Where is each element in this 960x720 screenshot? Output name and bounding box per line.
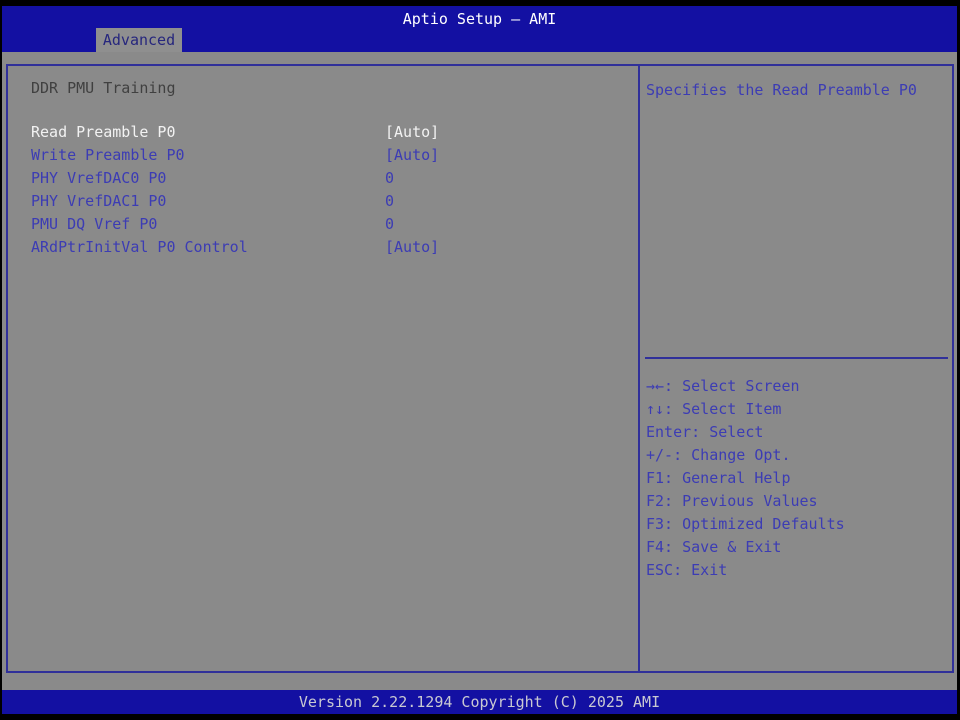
- option-label: Read Preamble P0: [31, 123, 176, 141]
- option-value: [Auto]: [385, 123, 440, 141]
- option-row-ardptrinitval[interactable]: ARdPtrInitVal P0 Control [Auto]: [8, 236, 638, 259]
- option-label: PHY VrefDAC0 P0: [31, 169, 167, 187]
- main-panel: DDR PMU Training Read Preamble P0 [Auto]…: [6, 64, 954, 673]
- option-row-phy-vrefdac1[interactable]: PHY VrefDAC1 P0 0: [8, 190, 638, 213]
- hotkey-f3-optimized-defaults: F3: Optimized Defaults: [646, 515, 845, 533]
- options-list: Read Preamble P0 [Auto] Write Preamble P…: [8, 121, 638, 259]
- option-label: ARdPtrInitVal P0 Control: [31, 238, 248, 256]
- hotkey-f1-general-help: F1: General Help: [646, 469, 791, 487]
- page-title: Aptio Setup – AMI: [402, 10, 557, 28]
- option-value: 0: [385, 169, 395, 187]
- hotkey-select-item: ↑↓: Select Item: [646, 400, 782, 418]
- help-divider: [645, 357, 948, 359]
- help-pane: Specifies the Read Preamble P0 →←: Selec…: [638, 66, 952, 671]
- hotkey-list: →←: Select Screen ↑↓: Select Item Enter:…: [646, 375, 958, 582]
- option-label: PMU DQ Vref P0: [31, 215, 158, 233]
- help-description: Specifies the Read Preamble P0: [646, 81, 917, 99]
- tab-advanced[interactable]: Advanced: [96, 28, 182, 52]
- bios-screen: Aptio Setup – AMI Advanced DDR PMU Train…: [2, 6, 957, 714]
- section-title: DDR PMU Training: [31, 79, 176, 97]
- hotkey-select-screen: →←: Select Screen: [646, 377, 800, 395]
- option-value: 0: [385, 192, 395, 210]
- version-text: Version 2.22.1294 Copyright (C) 2025 AMI: [298, 693, 661, 711]
- option-label: Write Preamble P0: [31, 146, 185, 164]
- hotkey-esc-exit: ESC: Exit: [646, 561, 728, 579]
- option-value: [Auto]: [385, 146, 440, 164]
- option-row-pmu-dq-vref[interactable]: PMU DQ Vref P0 0: [8, 213, 638, 236]
- option-row-write-preamble[interactable]: Write Preamble P0 [Auto]: [8, 144, 638, 167]
- options-pane: DDR PMU Training Read Preamble P0 [Auto]…: [8, 66, 638, 671]
- option-row-read-preamble[interactable]: Read Preamble P0 [Auto]: [8, 121, 638, 144]
- option-row-phy-vrefdac0[interactable]: PHY VrefDAC0 P0 0: [8, 167, 638, 190]
- option-label: PHY VrefDAC1 P0: [31, 192, 167, 210]
- option-value: [Auto]: [385, 238, 440, 256]
- hotkey-enter-select: Enter: Select: [646, 423, 764, 441]
- hotkey-f4-save-exit: F4: Save & Exit: [646, 538, 782, 556]
- option-value: 0: [385, 215, 395, 233]
- hotkey-change-opt: +/-: Change Opt.: [646, 446, 791, 464]
- hotkey-f2-previous-values: F2: Previous Values: [646, 492, 818, 510]
- version-bar: Version 2.22.1294 Copyright (C) 2025 AMI: [2, 690, 957, 714]
